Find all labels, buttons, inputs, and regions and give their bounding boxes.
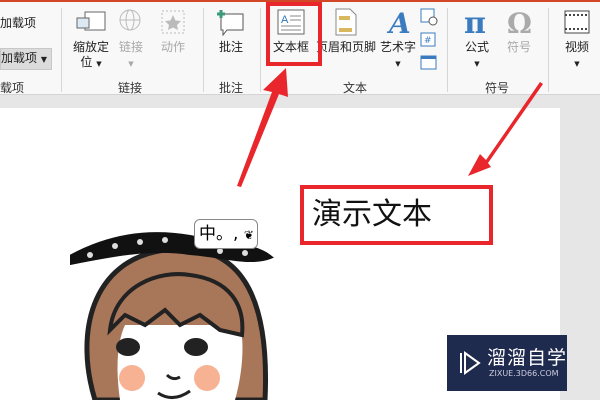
action-label: 动作	[160, 40, 185, 54]
date-time-icon[interactable]	[420, 8, 438, 26]
wordart-icon: A	[386, 8, 411, 36]
svg-text:π: π	[464, 8, 486, 36]
group-label-symbols: 符号	[485, 81, 510, 95]
zoom-label: 缩放定	[72, 40, 109, 54]
video-button[interactable]: 视频 ▼	[560, 8, 594, 72]
ime-status-indicator[interactable]: 中。, ❦	[194, 219, 258, 249]
symbol-button[interactable]: Ω 符号	[502, 8, 536, 55]
svg-text:#: #	[424, 36, 432, 46]
divider	[61, 8, 62, 92]
divider	[260, 8, 261, 92]
chevron-down-icon: ▼	[474, 60, 480, 68]
header-footer-button[interactable]: 页眉和页脚	[316, 8, 376, 55]
group-label-text: 文本	[343, 81, 368, 95]
chevron-down-icon: ▼	[395, 60, 401, 68]
wordart-button[interactable]: A 艺术字 ▼	[378, 8, 418, 72]
watermark-logo: 溜溜自学 ZIXUE.3D66.COM	[447, 335, 567, 391]
link-label: 链接	[118, 40, 143, 54]
demo-textbox[interactable]: 演示文本	[300, 185, 493, 245]
comment-label: 批注	[218, 40, 243, 54]
film-icon	[564, 10, 590, 34]
chevron-down-icon: ▼	[574, 60, 580, 68]
watermark-name: 溜溜自学	[487, 347, 568, 369]
zoom-icon	[76, 11, 106, 31]
group-label-comments: 批注	[219, 81, 244, 95]
group-label-addins: 载项	[0, 81, 25, 95]
ime-mode-text: 中。,	[199, 224, 239, 244]
star-action-icon	[161, 10, 185, 34]
demo-text: 演示文本	[312, 197, 432, 232]
group-label-links: 链接	[118, 81, 143, 95]
header-footer-label: 页眉和页脚	[316, 40, 377, 54]
divider	[203, 8, 204, 92]
svg-text:Ω: Ω	[507, 8, 532, 36]
link-button[interactable]: 链接 ▼	[116, 8, 146, 72]
globe-link-icon	[119, 9, 141, 31]
chevron-down-icon: ▼	[40, 55, 47, 64]
symbol-label: 符号	[506, 40, 531, 54]
object-icon[interactable]	[420, 55, 437, 70]
pi-icon: π	[464, 8, 486, 36]
equation-label: 公式	[464, 40, 489, 54]
chevron-down-icon: ▼	[128, 60, 134, 68]
zoom-button[interactable]: 缩放定位 ▼	[70, 8, 112, 72]
text-small-icons: #	[420, 8, 438, 70]
divider	[447, 8, 448, 92]
omega-icon: Ω	[507, 8, 532, 36]
wordart-label: 艺术字	[379, 40, 416, 54]
addins-label: 加载项	[1, 51, 38, 65]
leaf-icon: ❦	[243, 228, 254, 242]
zoom-label-2: 位	[80, 55, 93, 69]
addins-dropdown[interactable]: 加载项 ▼	[0, 48, 52, 70]
addins-button-1[interactable]: 加载项	[0, 16, 36, 31]
play-logo-icon	[460, 351, 481, 375]
equation-button[interactable]: π 公式 ▼	[460, 8, 494, 72]
textbox-highlight-box	[266, 2, 322, 66]
svg-text:A: A	[386, 8, 411, 36]
comment-button[interactable]: 批注	[215, 8, 247, 55]
watermark-url: ZIXUE.3D66.COM	[489, 369, 559, 378]
header-footer-icon	[335, 8, 357, 36]
slide-number-icon[interactable]: #	[420, 32, 436, 47]
video-label: 视频	[564, 40, 589, 54]
chevron-down-icon: ▼	[96, 60, 102, 68]
action-button[interactable]: 动作	[158, 8, 188, 55]
divider	[548, 8, 549, 92]
comment-icon	[217, 10, 244, 36]
